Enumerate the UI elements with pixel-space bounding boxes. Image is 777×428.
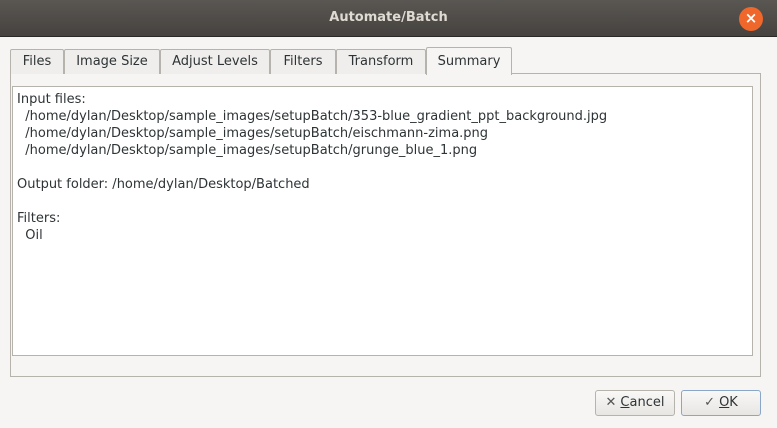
filter-line: Oil <box>17 228 43 243</box>
cancel-label: ancel <box>629 395 665 410</box>
close-button[interactable]: × <box>739 7 763 31</box>
tab-image-size[interactable]: Image Size <box>64 49 160 74</box>
tab-transform[interactable]: Transform <box>336 49 426 74</box>
output-folder-line: Output folder: /home/dylan/Desktop/Batch… <box>17 177 310 192</box>
ok-label: K <box>729 395 738 410</box>
filters-label: Filters: <box>17 211 61 226</box>
x-icon: ✕ <box>605 395 617 410</box>
checkmark-icon: ✓ <box>704 395 716 410</box>
input-files-label: Input files: <box>17 92 86 107</box>
window-title: Automate/Batch <box>329 10 448 25</box>
cancel-button[interactable]: ✕ Cancel <box>595 390 675 416</box>
input-file-line: /home/dylan/Desktop/sample_images/setupB… <box>17 126 489 141</box>
tab-adjust-levels[interactable]: Adjust Levels <box>160 49 270 74</box>
cancel-mnemonic: C <box>620 395 630 410</box>
title-bar: Automate/Batch × <box>0 0 777 37</box>
input-file-line: /home/dylan/Desktop/sample_images/setupB… <box>17 109 608 124</box>
tab-filters[interactable]: Filters <box>270 49 336 74</box>
tab-files[interactable]: Files <box>10 49 64 74</box>
tab-summary[interactable]: Summary <box>426 47 512 75</box>
ok-button[interactable]: ✓ OK <box>681 390 761 416</box>
ok-mnemonic: O <box>719 395 730 410</box>
input-file-line: /home/dylan/Desktop/sample_images/setupB… <box>17 143 478 158</box>
close-icon: × <box>744 9 758 27</box>
